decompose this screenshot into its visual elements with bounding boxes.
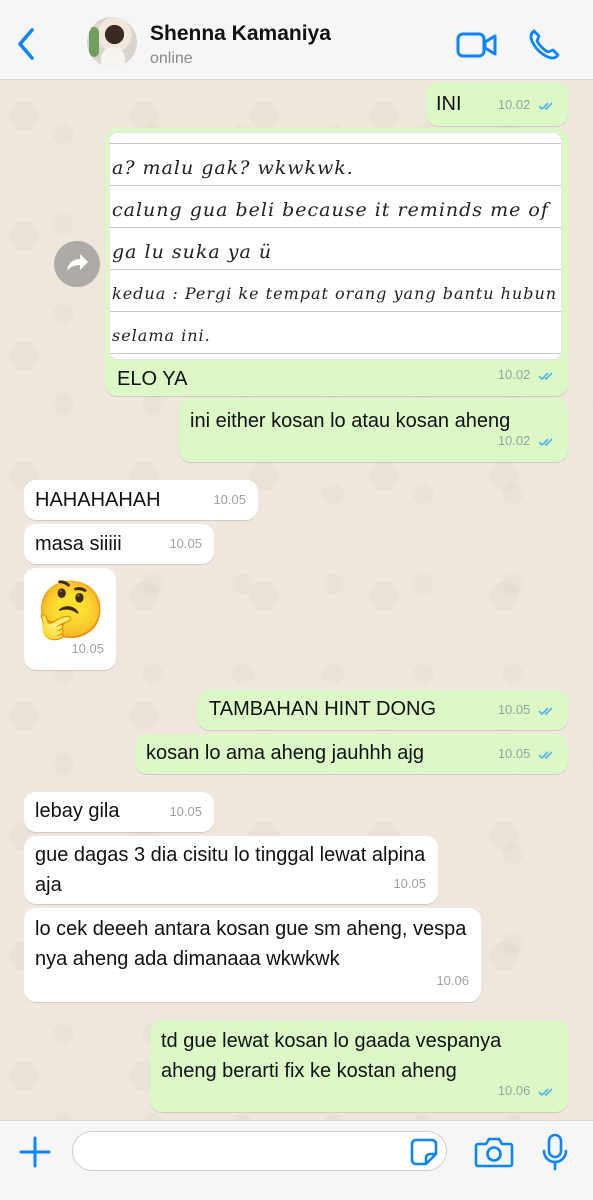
sticker-button[interactable] [410, 1138, 438, 1166]
message-text: gue dagas 3 dia cisitu lo tinggal lewat … [35, 844, 426, 896]
message-time: 10.05 [71, 641, 104, 656]
avatar[interactable] [87, 17, 137, 67]
message-time: 10.05 [213, 492, 246, 507]
camera-button[interactable] [474, 1135, 514, 1169]
message-time: 10.06 [498, 1076, 556, 1106]
message-text: masa siiiii [35, 533, 122, 555]
image-message[interactable]: a? malu gak? wkwkwk. calung gua beli bec… [105, 128, 568, 396]
message-input[interactable] [72, 1131, 447, 1171]
video-call-button[interactable] [456, 28, 498, 62]
double-check-icon [538, 750, 553, 759]
double-check-icon [538, 371, 553, 380]
composer-bar [0, 1120, 593, 1200]
message-time: 10.05 [498, 739, 556, 769]
message-bubble[interactable]: TAMBAHAN HINT DONG 10.05 [197, 690, 568, 730]
message-bubble[interactable]: lo cek deeeh antara kosan gue sm aheng, … [24, 908, 481, 1002]
message-bubble[interactable]: HAHAHAHAH 10.05 [24, 480, 258, 520]
emoji-message[interactable]: 🤔 10.05 [24, 568, 116, 670]
message-text: ini either kosan lo atau kosan aheng [190, 410, 511, 432]
attach-button[interactable] [18, 1135, 52, 1169]
sticker-icon [410, 1138, 438, 1166]
message-time: 10.06 [436, 973, 469, 988]
message-text: lo cek deeeh antara kosan gue sm aheng, … [35, 918, 467, 970]
message-bubble[interactable]: td gue lewat kosan lo gaada vespanya ahe… [150, 1020, 568, 1112]
chat-area[interactable]: INI 10.02 a? malu gak? wkwkwk. calung gu… [0, 80, 593, 1120]
video-camera-icon [456, 32, 497, 58]
image-text-line: a? malu gak? wkwkwk. [112, 157, 354, 179]
message-time: 10.02 [498, 360, 556, 390]
message-time: 10.02 [498, 90, 556, 120]
message-bubble[interactable]: ini either kosan lo atau kosan aheng 10.… [179, 398, 568, 462]
image-text-line: ga lu suka ya ü [112, 241, 273, 263]
message-bubble[interactable]: kosan lo ama aheng jauhhh ajg 10.05 [135, 734, 568, 774]
message-text: HAHAHAHAH [35, 489, 161, 511]
double-check-icon [538, 1087, 553, 1096]
chevron-left-icon [18, 28, 34, 60]
image-text-line: kedua : Pergi ke tempat orang yang bantu… [112, 284, 558, 303]
forward-arrow-icon [67, 254, 88, 271]
contact-status: online [150, 50, 193, 67]
microphone-icon [542, 1133, 568, 1171]
thinking-face-emoji: 🤔 [36, 578, 106, 641]
microphone-button[interactable] [541, 1133, 569, 1171]
image-caption: ELO YA [117, 368, 188, 390]
plus-icon [19, 1136, 51, 1168]
chat-header: Shenna Kamaniya online [0, 0, 593, 80]
forward-button[interactable] [54, 241, 100, 287]
message-text: lebay gila [35, 800, 120, 822]
camera-icon [474, 1137, 514, 1168]
message-time: 10.05 [169, 536, 202, 551]
voice-call-button[interactable] [526, 27, 562, 63]
message-bubble[interactable]: masa siiiii 10.05 [24, 524, 214, 564]
message-time: 10.05 [393, 876, 426, 891]
message-text: INI [436, 93, 462, 115]
message-text: TAMBAHAN HINT DONG [209, 698, 437, 720]
back-button[interactable] [12, 26, 44, 62]
contact-name[interactable]: Shenna Kamaniya [150, 22, 331, 46]
message-bubble[interactable]: lebay gila 10.05 [24, 792, 214, 832]
image-text-line: calung gua beli because it reminds me of [112, 199, 549, 221]
handwritten-note-image[interactable]: a? malu gak? wkwkwk. calung gua beli bec… [109, 132, 562, 360]
phone-icon [529, 29, 560, 60]
double-check-icon [538, 101, 553, 110]
message-bubble[interactable]: gue dagas 3 dia cisitu lo tinggal lewat … [24, 836, 438, 904]
message-text: kosan lo ama aheng jauhhh ajg [146, 742, 424, 764]
message-time: 10.05 [169, 804, 202, 819]
message-time: 10.02 [498, 426, 556, 456]
message-time: 10.05 [498, 695, 556, 725]
image-text-line: selama ini. [112, 326, 211, 345]
double-check-icon [538, 706, 553, 715]
message-bubble[interactable]: INI 10.02 [426, 82, 568, 126]
double-check-icon [538, 437, 553, 446]
